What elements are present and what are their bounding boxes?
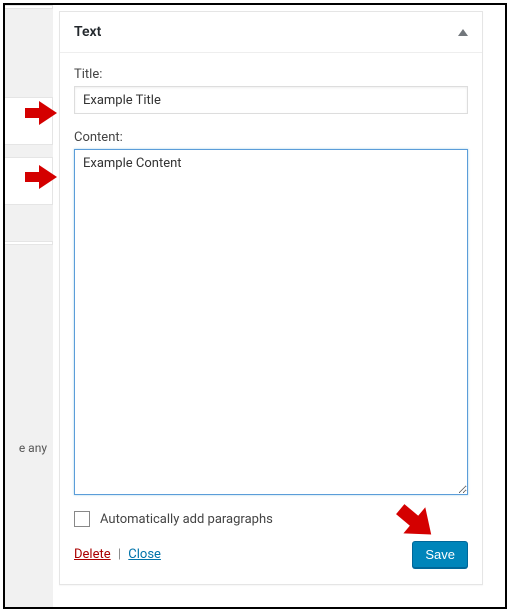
content-label: Content: xyxy=(74,130,468,145)
background-card-sliver xyxy=(5,241,53,245)
background-card-sliver xyxy=(5,5,53,9)
collapse-icon xyxy=(458,29,468,36)
delete-link[interactable]: Delete xyxy=(74,547,111,562)
text-widget-panel: Text Title: Content: Automatically add p… xyxy=(59,11,483,585)
title-label: Title: xyxy=(74,67,468,82)
widget-body: Title: Content: Automatically add paragr… xyxy=(60,53,482,584)
widget-header[interactable]: Text xyxy=(60,12,482,53)
background-partial-text: e any xyxy=(5,441,47,455)
footer-links: Delete | Close xyxy=(74,547,161,562)
link-separator: | xyxy=(118,547,121,562)
panel-top-strip xyxy=(59,3,483,5)
background-card xyxy=(5,157,53,205)
widget-title: Text xyxy=(74,24,101,40)
background-card xyxy=(5,97,53,145)
content-textarea[interactable] xyxy=(74,149,468,495)
autop-checkbox[interactable] xyxy=(74,511,90,527)
title-input[interactable] xyxy=(74,86,468,114)
close-link[interactable]: Close xyxy=(128,547,161,562)
save-button[interactable]: Save xyxy=(412,541,468,568)
background-sidebar xyxy=(5,5,53,607)
autop-label: Automatically add paragraphs xyxy=(100,512,273,527)
